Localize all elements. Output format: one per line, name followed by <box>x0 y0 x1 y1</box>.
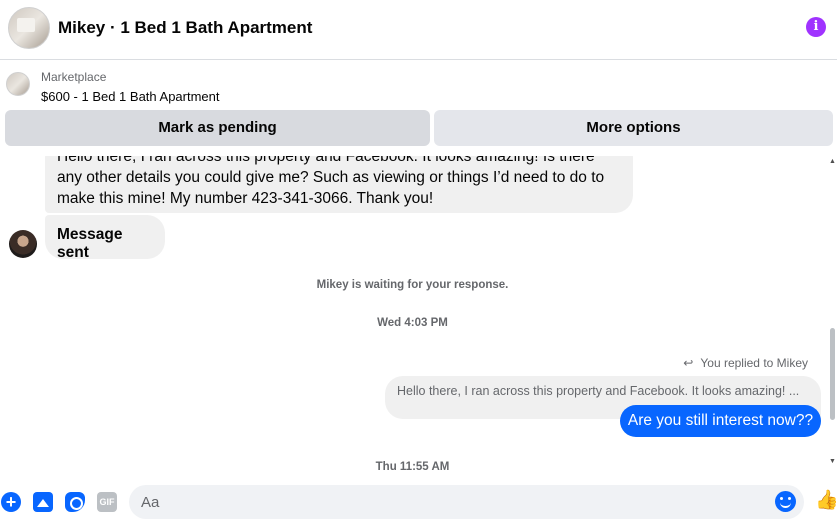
scroll-down-arrow-icon[interactable]: ▼ <box>829 458 836 465</box>
incoming-message-bubble: Hello there, I ran across this property … <box>45 156 633 213</box>
plus-icon[interactable]: + <box>1 492 21 512</box>
scroll-up-arrow-icon[interactable]: ▲ <box>829 158 836 165</box>
photo-icon[interactable] <box>33 492 53 512</box>
mark-as-pending-button[interactable]: Mark as pending <box>5 110 430 146</box>
timestamp: Wed 4:03 PM <box>377 317 448 329</box>
scrollbar-thumb[interactable] <box>830 328 835 420</box>
conversation-title[interactable]: Mikey · 1 Bed 1 Bath Apartment <box>58 18 312 38</box>
like-icon[interactable]: 👍 <box>815 490 837 512</box>
messenger-chat-window: Mikey · 1 Bed 1 Bath Apartment i Marketp… <box>0 0 837 522</box>
message-input[interactable] <box>129 485 804 519</box>
conversation-avatar[interactable] <box>8 7 50 49</box>
reply-label: You replied to Mikey <box>700 356 808 370</box>
waiting-status: Mikey is waiting for your response. <box>316 279 509 291</box>
thread-scrollbar[interactable]: ▲ ▼ <box>828 156 837 470</box>
gif-icon[interactable]: GIF <box>97 492 117 512</box>
message-thread[interactable]: Hello there, I ran across this property … <box>0 156 837 478</box>
marketplace-listing[interactable]: Marketplace $600 - 1 Bed 1 Bath Apartmen… <box>0 60 837 108</box>
outgoing-message-bubble: Are you still interest now?? <box>620 405 821 437</box>
listing-title: $600 - 1 Bed 1 Bath Apartment <box>41 89 220 104</box>
info-icon[interactable]: i <box>806 17 826 37</box>
listing-source: Marketplace <box>41 70 107 84</box>
listing-thumbnail <box>6 72 30 96</box>
message-composer: + GIF <box>0 478 837 522</box>
sender-avatar[interactable] <box>9 230 37 258</box>
reply-icon: ↩ <box>683 356 694 370</box>
emoji-icon[interactable] <box>775 491 796 512</box>
more-options-button[interactable]: More options <box>434 110 833 146</box>
sticker-icon[interactable] <box>65 492 85 512</box>
incoming-message-bubble: Message sent <box>45 215 165 261</box>
chat-header: Mikey · 1 Bed 1 Bath Apartment i <box>0 0 837 60</box>
timestamp: Thu 11:55 AM <box>375 461 450 473</box>
reply-indicator: ↩ You replied to Mikey <box>683 356 808 370</box>
